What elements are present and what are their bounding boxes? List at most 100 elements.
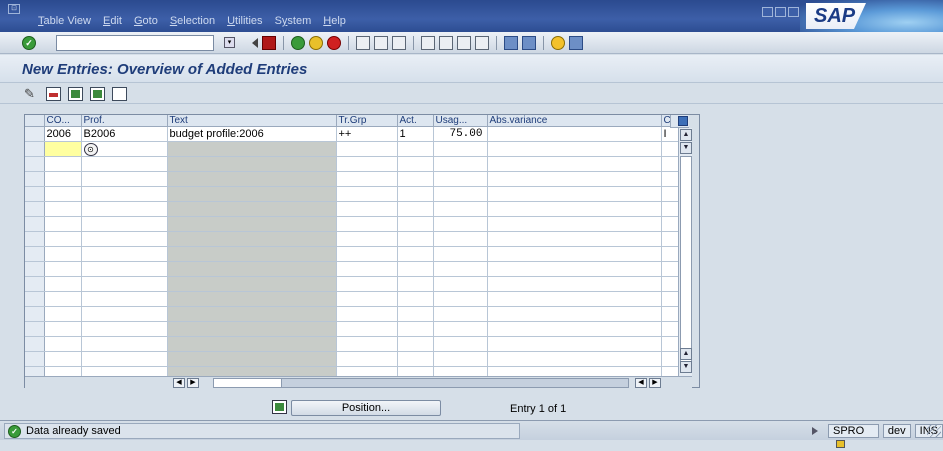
cell-trgrp-input[interactable]: [336, 186, 398, 202]
cell-prof-input[interactable]: [81, 201, 168, 217]
cell-absvariance-input[interactable]: [487, 261, 662, 277]
cell-usage-input[interactable]: [433, 216, 488, 232]
cell-c-input[interactable]: [661, 246, 680, 262]
cell-prof-input[interactable]: [81, 261, 168, 277]
select-block-icon[interactable]: [90, 87, 105, 101]
cell-act-input[interactable]: [397, 201, 434, 217]
row-selector[interactable]: [25, 141, 45, 157]
cell-act-input[interactable]: [397, 306, 434, 322]
exit-icon[interactable]: [309, 36, 323, 50]
cell-absvariance-input[interactable]: [487, 186, 662, 202]
table-settings-icon[interactable]: [670, 115, 689, 128]
cell-co-input[interactable]: [44, 351, 82, 367]
select-all-corner[interactable]: [25, 115, 45, 127]
cell-prof[interactable]: B2006: [81, 126, 168, 142]
shortcut-icon[interactable]: [522, 36, 536, 50]
cell-absvariance-input[interactable]: [487, 276, 662, 292]
cell-c-input[interactable]: [661, 336, 680, 352]
cell-c-input[interactable]: [661, 141, 680, 157]
layout-icon[interactable]: [569, 36, 583, 50]
cell-usage-input[interactable]: [433, 156, 488, 172]
deselect-all-icon[interactable]: [112, 87, 127, 101]
cell-trgrp-input[interactable]: [336, 351, 398, 367]
cell-trgrp-input[interactable]: [336, 306, 398, 322]
change-display-icon[interactable]: ✎: [24, 87, 39, 101]
cell-act-input[interactable]: [397, 186, 434, 202]
cell-co-input[interactable]: [44, 171, 82, 187]
cell-co-input[interactable]: [44, 231, 82, 247]
minimize-button[interactable]: [762, 7, 773, 17]
cell-usage-input[interactable]: [433, 291, 488, 307]
cell-trgrp[interactable]: ++: [336, 126, 398, 142]
cell-c-input[interactable]: [661, 216, 680, 232]
horizontal-scroll-track[interactable]: [213, 378, 629, 388]
cell-prof-input[interactable]: [81, 351, 168, 367]
col-header-prof[interactable]: Prof.: [81, 115, 168, 127]
scroll-right-icon[interactable]: ▶: [187, 378, 199, 388]
row-selector[interactable]: [25, 216, 45, 232]
cell-c-input[interactable]: [661, 291, 680, 307]
system-menu-icon[interactable]: ⊡: [8, 4, 20, 14]
cell-absvariance-input[interactable]: [487, 336, 662, 352]
help-icon[interactable]: [551, 36, 565, 50]
scroll-up-icon[interactable]: ▲: [680, 129, 692, 141]
cell-c-input[interactable]: [661, 306, 680, 322]
cell-text[interactable]: budget profile:2006: [167, 126, 337, 142]
cell-absvariance-input[interactable]: [487, 321, 662, 337]
find-icon[interactable]: [374, 36, 388, 50]
cell-trgrp-input[interactable]: [336, 291, 398, 307]
cell-trgrp-input[interactable]: [336, 201, 398, 217]
col-header-absvariance[interactable]: Abs.variance: [487, 115, 662, 127]
cell-usage-input[interactable]: [433, 186, 488, 202]
cell-prof-input[interactable]: [81, 306, 168, 322]
scroll-left-end-icon[interactable]: ◀: [635, 378, 647, 388]
row-selector[interactable]: [25, 231, 45, 247]
cell-c-input[interactable]: [661, 261, 680, 277]
cell-usage-input[interactable]: [433, 276, 488, 292]
cancel-icon[interactable]: [327, 36, 341, 50]
cell-co-input[interactable]: [44, 186, 82, 202]
cell-act-input[interactable]: [397, 231, 434, 247]
menu-selection[interactable]: Selection: [170, 15, 215, 27]
scroll-left-icon[interactable]: ◀: [173, 378, 185, 388]
position-button[interactable]: Position...: [291, 400, 441, 416]
cell-absvariance-input[interactable]: [487, 216, 662, 232]
cell-co[interactable]: 2006: [44, 126, 82, 142]
col-header-usage[interactable]: Usag...: [433, 115, 488, 127]
cell-c-input[interactable]: [661, 171, 680, 187]
close-window-button[interactable]: [788, 7, 799, 17]
print-icon[interactable]: [356, 36, 370, 50]
cell-usage[interactable]: 75.00: [433, 126, 488, 142]
cell-prof-input[interactable]: [81, 291, 168, 307]
cell-absvariance-input[interactable]: [487, 231, 662, 247]
cell-co-input[interactable]: [44, 321, 82, 337]
scroll-right-end-icon[interactable]: ▶: [649, 378, 661, 388]
cell-usage-input[interactable]: [433, 141, 488, 157]
cell-co-input[interactable]: [44, 336, 82, 352]
cell-absvariance-input[interactable]: [487, 156, 662, 172]
collapse-command-icon[interactable]: [252, 38, 258, 48]
cell-trgrp-input[interactable]: [336, 276, 398, 292]
maximize-button[interactable]: [775, 7, 786, 17]
cell-act-input[interactable]: [397, 351, 434, 367]
cell-prof-input[interactable]: [81, 276, 168, 292]
cell-co-input[interactable]: [44, 216, 82, 232]
cell-c-input[interactable]: [661, 276, 680, 292]
cell-trgrp-input[interactable]: [336, 246, 398, 262]
create-session-icon[interactable]: [504, 36, 518, 50]
command-history-dropdown-icon[interactable]: ▾: [224, 37, 235, 48]
cell-usage-input[interactable]: [433, 306, 488, 322]
cell-trgrp-input[interactable]: [336, 321, 398, 337]
cell-absvariance-input[interactable]: [487, 201, 662, 217]
previous-page-icon[interactable]: [439, 36, 453, 50]
cell-trgrp-input[interactable]: [336, 156, 398, 172]
find-next-icon[interactable]: [392, 36, 406, 50]
cell-co-input[interactable]: [44, 276, 82, 292]
cell-usage-input[interactable]: [433, 336, 488, 352]
cell-act-input[interactable]: [397, 171, 434, 187]
cell-trgrp-input[interactable]: [336, 141, 398, 157]
cell-usage-input[interactable]: [433, 261, 488, 277]
cell-absvariance-input[interactable]: [487, 306, 662, 322]
cell-absvariance-input[interactable]: [487, 171, 662, 187]
cell-act-input[interactable]: [397, 321, 434, 337]
